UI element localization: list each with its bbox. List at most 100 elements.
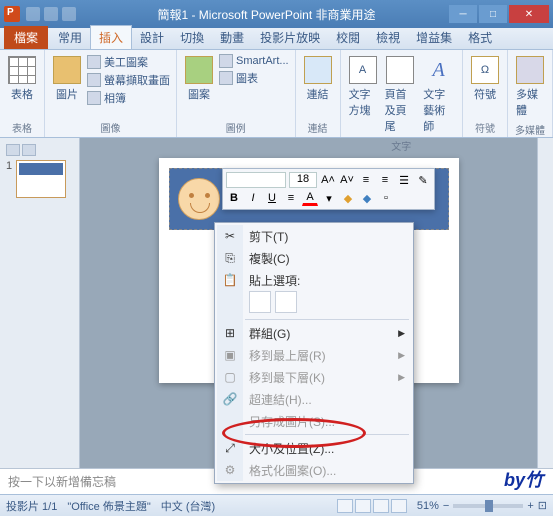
paste-option-2[interactable] bbox=[275, 291, 297, 313]
underline-icon[interactable]: U bbox=[264, 190, 280, 206]
close-button[interactable]: ✕ bbox=[509, 5, 549, 23]
tab-review[interactable]: 校閱 bbox=[328, 26, 368, 49]
tab-insert[interactable]: 插入 bbox=[90, 25, 132, 49]
qat-redo-icon[interactable] bbox=[62, 7, 76, 21]
sorter-view-icon[interactable] bbox=[355, 499, 371, 513]
vertical-scrollbar[interactable] bbox=[537, 138, 553, 468]
submenu-arrow-icon: ▶ bbox=[398, 372, 405, 383]
slideshow-view-icon[interactable] bbox=[391, 499, 407, 513]
clipart-label: 美工圖案 bbox=[104, 54, 148, 70]
save-pic-icon bbox=[222, 413, 238, 429]
maximize-button[interactable]: □ bbox=[479, 5, 507, 23]
table-button[interactable]: 表格 bbox=[6, 54, 38, 104]
textbox-button[interactable]: A 文字方塊 bbox=[347, 54, 379, 120]
hyperlink-icon: 🔗 bbox=[222, 391, 238, 407]
group-label-media: 多媒體 bbox=[515, 120, 545, 137]
font-size-combo[interactable]: 18 bbox=[289, 172, 317, 188]
menu-format-picture[interactable]: ⚙格式化圖案(O)... bbox=[217, 459, 411, 481]
menu-bring-front-label: 移到最上層(R) bbox=[249, 347, 326, 364]
mini-toolbar[interactable]: 18 A˄ A˅ ≡ ≡ ☰ ✎ B I U ≡ A ▾ ◆ ◆ ▫ bbox=[222, 168, 435, 210]
clipart-button[interactable]: 美工圖案 bbox=[87, 54, 170, 70]
italic-icon[interactable]: I bbox=[245, 190, 261, 206]
zoom-slider[interactable] bbox=[453, 504, 523, 508]
group-label-illus: 圖例 bbox=[226, 118, 246, 135]
menu-bring-front[interactable]: ▣移到最上層(R)▶ bbox=[217, 344, 411, 366]
slide-thumbnail-pane[interactable]: 1 bbox=[0, 138, 80, 468]
zoom-control[interactable]: 51% − + ⊡ bbox=[417, 499, 547, 512]
ribbon-group-text: A 文字方塊 頁首及頁尾 A 文字藝術師 文字 bbox=[341, 50, 463, 137]
tab-addins[interactable]: 增益集 bbox=[408, 26, 460, 49]
media-button[interactable]: 多媒體 bbox=[514, 54, 546, 120]
increase-indent-icon[interactable]: ≡ bbox=[377, 172, 393, 188]
text-highlight-icon[interactable]: A bbox=[302, 190, 318, 206]
fit-window-icon[interactable]: ⊡ bbox=[538, 499, 547, 512]
screenshot-button[interactable]: 螢幕擷取畫面 bbox=[87, 72, 170, 88]
view-buttons[interactable] bbox=[337, 499, 407, 513]
shape-outline-icon[interactable]: ◆ bbox=[359, 190, 375, 206]
hyperlink-button[interactable]: 連結 bbox=[302, 54, 334, 104]
menu-hyperlink-label: 超連結(H)... bbox=[249, 391, 312, 408]
normal-view-icon[interactable] bbox=[337, 499, 353, 513]
smiley-face-shape[interactable] bbox=[178, 178, 220, 220]
slide-thumbnail-1[interactable]: 1 bbox=[6, 160, 73, 198]
tab-transition[interactable]: 切換 bbox=[172, 26, 212, 49]
menu-send-back-label: 移到最下層(K) bbox=[249, 369, 325, 386]
font-color-icon[interactable]: ▾ bbox=[321, 190, 337, 206]
tab-file[interactable]: 檔案 bbox=[4, 26, 48, 49]
menu-group[interactable]: ⊞群組(G)▶ bbox=[217, 322, 411, 344]
thumbnail-tabs[interactable] bbox=[6, 144, 73, 156]
tab-animation[interactable]: 動畫 bbox=[212, 26, 252, 49]
tab-slideshow[interactable]: 投影片放映 bbox=[252, 26, 328, 49]
align-icon[interactable]: ≡ bbox=[283, 190, 299, 206]
wordart-icon: A bbox=[425, 56, 453, 84]
format-painter-icon[interactable]: ✎ bbox=[415, 172, 431, 188]
quick-access-toolbar[interactable] bbox=[26, 7, 76, 21]
shrink-font-icon[interactable]: A˅ bbox=[339, 172, 355, 188]
album-button[interactable]: 相簿 bbox=[87, 90, 170, 106]
symbol-icon: Ω bbox=[471, 56, 499, 84]
scissors-icon: ✂ bbox=[222, 228, 238, 244]
shapes-button[interactable]: 圖案 bbox=[183, 54, 215, 104]
smartart-button[interactable]: SmartArt... bbox=[219, 54, 289, 68]
grow-font-icon[interactable]: A˄ bbox=[320, 172, 336, 188]
minimize-button[interactable]: ─ bbox=[449, 5, 477, 23]
zoom-percent[interactable]: 51% bbox=[417, 500, 439, 512]
wordart-label: 文字藝術師 bbox=[423, 86, 454, 134]
headerfooter-button[interactable]: 頁首及頁尾 bbox=[383, 54, 418, 136]
symbol-button[interactable]: Ω 符號 bbox=[469, 54, 501, 104]
media-icon bbox=[516, 56, 544, 84]
qat-undo-icon[interactable] bbox=[44, 7, 58, 21]
bullets-icon[interactable]: ☰ bbox=[396, 172, 412, 188]
decrease-indent-icon[interactable]: ≡ bbox=[358, 172, 374, 188]
menu-hyperlink[interactable]: 🔗 超連結(H)... bbox=[217, 388, 411, 410]
wordart-button[interactable]: A 文字藝術師 bbox=[421, 54, 456, 136]
tab-format[interactable]: 格式 bbox=[460, 26, 500, 49]
status-language[interactable]: 中文 (台灣) bbox=[161, 498, 215, 514]
paste-option-1[interactable] bbox=[249, 291, 271, 313]
menu-size-position[interactable]: ⤢大小及位置(Z)... bbox=[217, 437, 411, 459]
picture-button[interactable]: 圖片 bbox=[51, 54, 83, 104]
menu-cut[interactable]: ✂ 剪下(T) bbox=[217, 225, 411, 247]
tab-view[interactable]: 檢視 bbox=[368, 26, 408, 49]
paste-label: 貼上選項: bbox=[249, 272, 300, 289]
menu-format-picture-label: 格式化圖案(O)... bbox=[249, 462, 336, 479]
arrange-icon[interactable]: ▫ bbox=[378, 190, 394, 206]
zoom-out-icon[interactable]: − bbox=[443, 500, 449, 512]
zoom-in-icon[interactable]: + bbox=[527, 500, 533, 512]
symbol-label: 符號 bbox=[474, 86, 496, 102]
tab-home[interactable]: 常用 bbox=[50, 26, 90, 49]
reading-view-icon[interactable] bbox=[373, 499, 389, 513]
context-menu[interactable]: ✂剪下(T) ⎘複製(C) 📋貼上選項: ⊞群組(G)▶ ▣移到最上層(R)▶ … bbox=[214, 222, 414, 484]
shape-fill-icon[interactable]: ◆ bbox=[340, 190, 356, 206]
chart-button[interactable]: 圖表 bbox=[219, 70, 289, 86]
bold-icon[interactable]: B bbox=[226, 190, 242, 206]
menu-send-back[interactable]: ▢移到最下層(K)▶ bbox=[217, 366, 411, 388]
tab-design[interactable]: 設計 bbox=[132, 26, 172, 49]
album-label: 相簿 bbox=[104, 90, 126, 106]
textbox-label: 文字方塊 bbox=[349, 86, 377, 118]
menu-cut-label: 剪下(T) bbox=[249, 228, 288, 245]
menu-save-as-pic[interactable]: 另存成圖片(S)... bbox=[217, 410, 411, 432]
font-family-combo[interactable] bbox=[226, 172, 286, 188]
qat-save-icon[interactable] bbox=[26, 7, 40, 21]
menu-copy[interactable]: ⎘複製(C) bbox=[217, 247, 411, 269]
